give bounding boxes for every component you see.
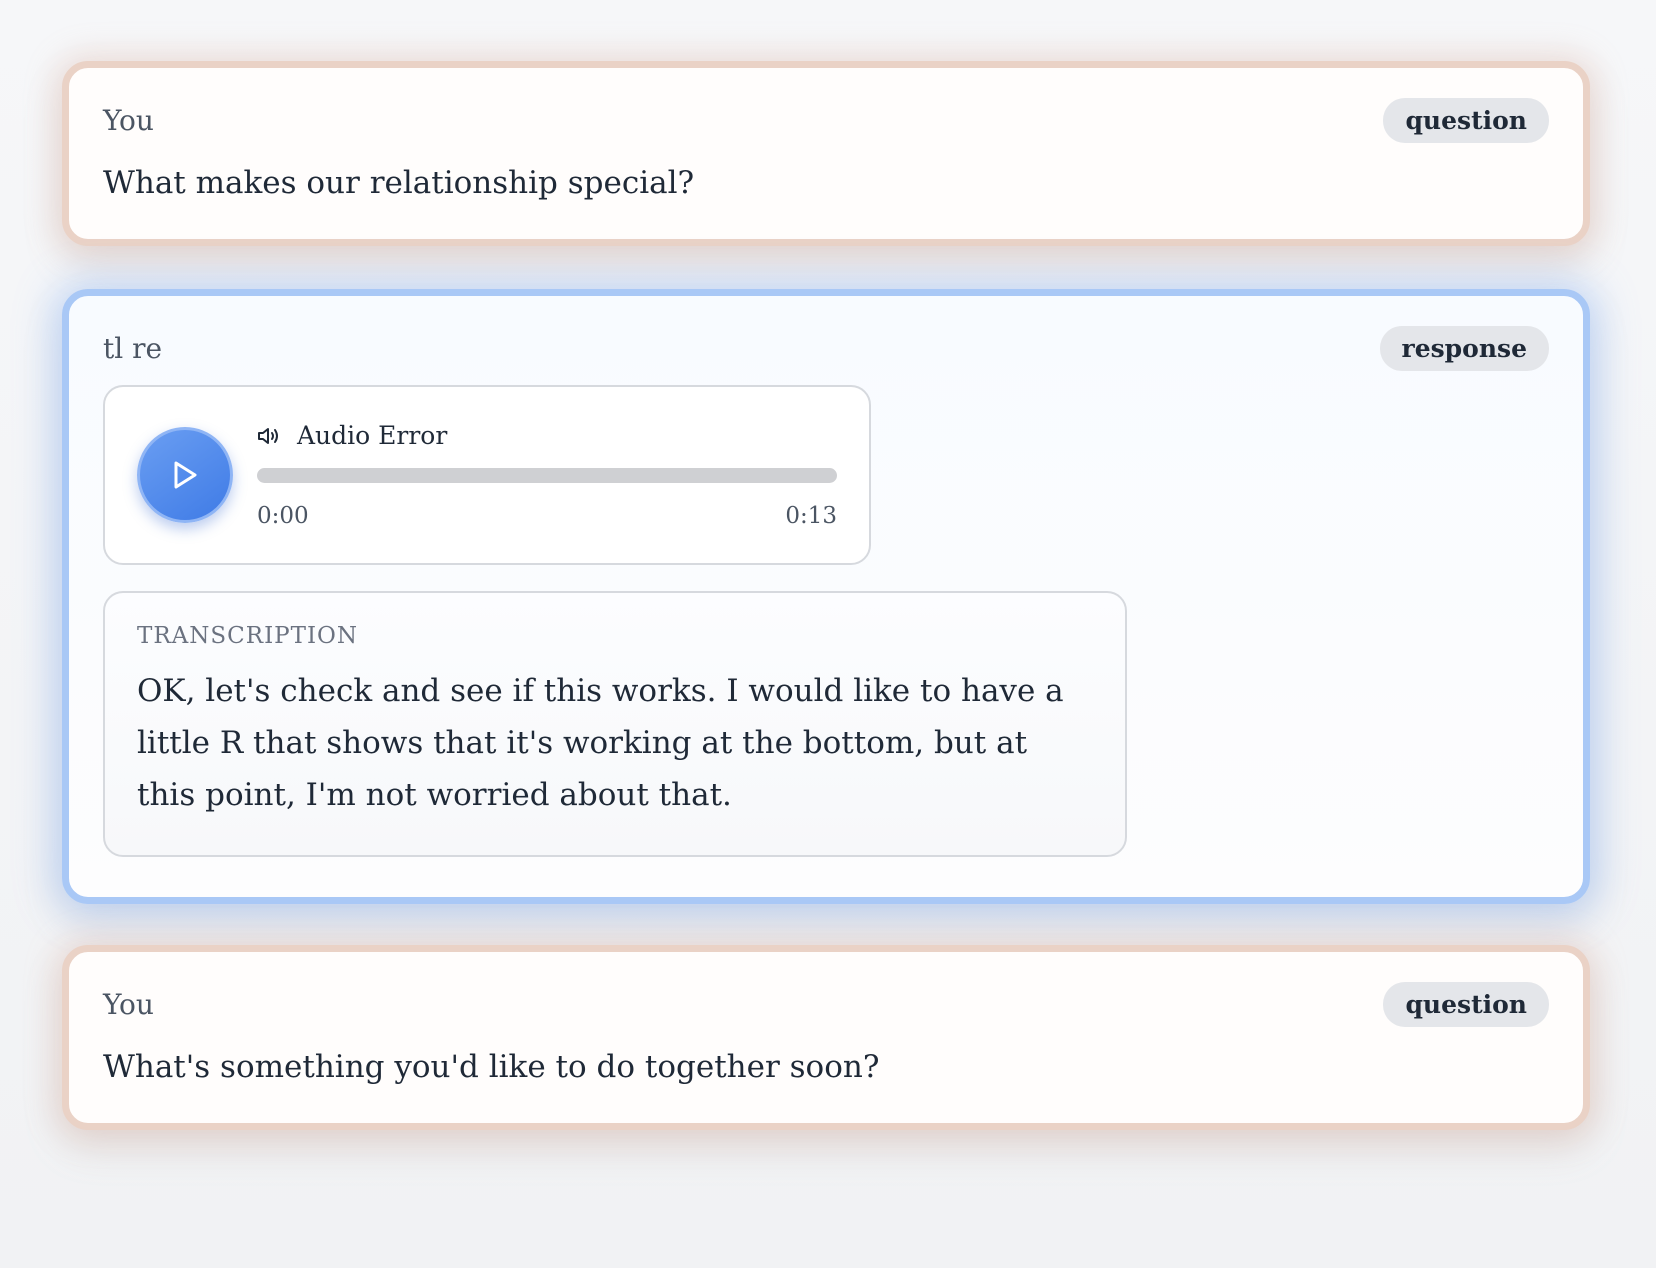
audio-progress-bar[interactable] (257, 468, 837, 483)
transcription-text: OK, let's check and see if this works. I… (137, 673, 1064, 813)
message-card-response: tl re response Audio Error 0:00 0:13 TRA… (62, 289, 1590, 904)
message-card-question: You question What makes our relationship… (62, 61, 1590, 246)
audio-duration: 0:13 (785, 503, 837, 529)
audio-status-row: Audio Error (257, 421, 837, 450)
message-author: You (103, 104, 154, 137)
play-icon (174, 461, 197, 489)
message-header: You question (103, 982, 1549, 1027)
message-author: tl re (103, 332, 163, 365)
message-card-question: You question What's something you'd like… (62, 945, 1590, 1130)
transcription-box: TRANSCRIPTION OK, let's check and see if… (103, 591, 1127, 857)
audio-player-body: Audio Error 0:00 0:13 (257, 421, 837, 529)
speaker-icon (257, 426, 281, 446)
message-header: tl re response (103, 326, 1549, 371)
message-type-badge: response (1379, 326, 1549, 371)
question-text: What makes our relationship special? (103, 165, 695, 201)
audio-times: 0:00 0:13 (257, 503, 837, 529)
message-type-badge: question (1383, 982, 1549, 1027)
audio-status: Audio Error (297, 421, 448, 450)
message-header: You question (103, 98, 1549, 143)
audio-player: Audio Error 0:00 0:13 (103, 385, 871, 565)
play-button[interactable] (137, 427, 233, 523)
question-text: What's something you'd like to do togeth… (103, 1049, 880, 1085)
conversation-view: You question What makes our relationship… (0, 0, 1656, 1268)
audio-current-time: 0:00 (257, 503, 309, 529)
transcription-label: TRANSCRIPTION (137, 623, 359, 649)
message-author: You (103, 988, 154, 1021)
message-type-badge: question (1383, 98, 1549, 143)
